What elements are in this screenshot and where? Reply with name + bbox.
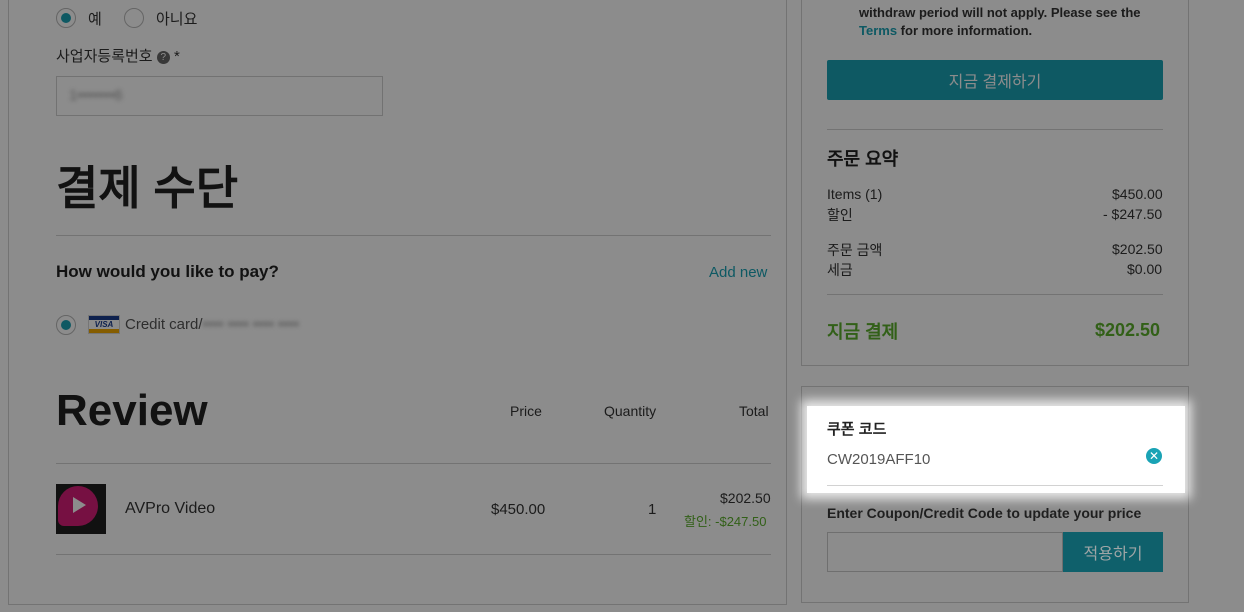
withdraw-notice: withdraw period will not apply. Please s… [859, 4, 1169, 40]
product-price: $450.00 [491, 501, 546, 518]
visa-icon: VISA [88, 315, 120, 334]
radio-no-label: 아니요 [156, 11, 198, 28]
review-heading: Review [56, 386, 208, 435]
summary-title: 주문 요약 [827, 149, 899, 169]
total-label: 지금 결제 [827, 322, 899, 342]
help-icon[interactable]: ? [156, 51, 170, 64]
apply-coupon-button[interactable]: 적용하기 [1063, 532, 1163, 572]
review-divider-top [56, 463, 771, 464]
card-label-text: Credit card/ [125, 316, 203, 333]
coupon-input[interactable] [827, 532, 1063, 572]
card-label: Credit card/•••• •••• •••• •••• [125, 316, 299, 333]
col-quantity: Quantity [604, 403, 657, 419]
reg-number-value: 1•••••••6 [69, 87, 123, 104]
pay-now-button[interactable]: 지금 결제하기 [827, 60, 1163, 100]
discount-label: 할인 [827, 207, 853, 223]
visa-brand-text: VISA [94, 320, 114, 329]
add-new-link[interactable]: Add new [709, 264, 767, 281]
reg-number-label: 사업자등록번호 ? * [56, 45, 180, 66]
tax-label: 세금 [827, 262, 853, 278]
card-number-masked: •••• •••• •••• •••• [202, 316, 300, 333]
order-amount-label: 주문 금액 [827, 242, 883, 258]
notice-line2: for more information. [897, 23, 1033, 38]
applied-coupon-code: CW2019AFF10 [827, 451, 931, 468]
reg-number-input[interactable]: 1•••••••6 [56, 76, 383, 116]
col-price: Price [510, 403, 542, 419]
order-summary-panel [801, 0, 1189, 366]
play-triangle-icon [73, 497, 86, 513]
total-value: $202.50 [1095, 320, 1161, 340]
card-radio[interactable] [56, 315, 76, 335]
payment-question: How would you like to pay? [56, 262, 279, 281]
product-thumbnail[interactable] [56, 484, 106, 534]
items-value: $450.00 [1112, 186, 1163, 202]
items-label: Items (1) [827, 186, 883, 202]
review-divider-bottom [56, 554, 771, 555]
order-amount-value: $202.50 [1112, 241, 1163, 257]
coupon-divider [827, 485, 1163, 486]
tax-value: $0.00 [1127, 261, 1163, 277]
product-discount: 할인: -$247.50 [684, 514, 767, 529]
radio-yes-label: 예 [88, 11, 102, 28]
notice-line1: withdraw period will not apply. Please s… [859, 5, 1141, 20]
summary-divider-top [827, 129, 1163, 130]
coupon-title: 쿠폰 코드 [827, 421, 887, 438]
payment-divider [56, 235, 771, 236]
product-total: $202.50 [720, 490, 771, 506]
payment-heading: 결제 수단 [56, 162, 239, 214]
terms-link[interactable]: Terms [859, 23, 897, 38]
product-name[interactable]: AVPro Video [125, 500, 215, 518]
discount-value: - $247.50 [1103, 206, 1163, 222]
summary-divider-bottom [827, 294, 1163, 295]
product-quantity: 1 [648, 501, 657, 518]
radio-yes[interactable] [56, 8, 76, 28]
col-total: Total [739, 403, 769, 419]
coupon-enter-label: Enter Coupon/Credit Code to update your … [827, 505, 1142, 521]
radio-no[interactable] [124, 8, 144, 28]
reg-number-label-text: 사업자등록번호 [56, 48, 153, 65]
required-mark: * [173, 48, 180, 65]
remove-coupon-icon[interactable]: ✕ [1146, 448, 1162, 464]
